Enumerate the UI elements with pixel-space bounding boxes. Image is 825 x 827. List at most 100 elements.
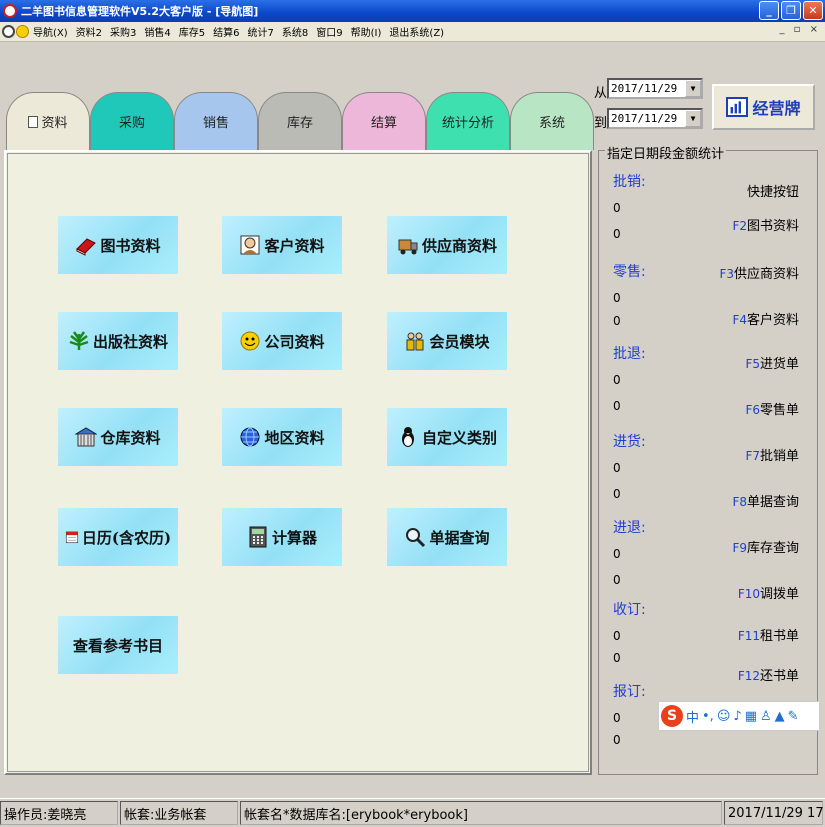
magnifier-icon xyxy=(406,528,426,548)
menu-window[interactable]: 窗口9 xyxy=(312,24,346,39)
stat-purchase-label: 进货: xyxy=(613,434,646,450)
stat-order-received-value-1: 0 xyxy=(613,629,621,643)
tile-document-query[interactable]: 单据查询 xyxy=(387,508,507,566)
tile-customer-data[interactable]: 客户资料 xyxy=(222,216,342,274)
members-icon xyxy=(406,332,424,351)
maximize-button[interactable]: ❐ xyxy=(781,1,801,20)
tile-book-data[interactable]: 图书资料 xyxy=(58,216,178,274)
tile-publisher-data[interactable]: 出版社资料 xyxy=(58,312,178,370)
navigation-panel: 图书资料 客户资料 供应商资料 出版社资料 公司资料 会员模块 仓库资料 地区资… xyxy=(4,150,592,775)
tab-settlement[interactable]: 结算 xyxy=(342,92,426,150)
tile-calculator[interactable]: 计算器 xyxy=(222,508,342,566)
tile-calendar[interactable]: 日历(含农历) xyxy=(58,508,178,566)
amount-statistics-group: 指定日期段金额统计 快捷按钮 批销: 0 0 零售: 0 0 批退: 0 0 进… xyxy=(598,143,818,775)
menu-help[interactable]: 帮助(I) xyxy=(347,24,386,39)
stat-retail-value-2: 0 xyxy=(613,314,621,328)
leaf-icon xyxy=(69,331,89,350)
tab-data[interactable]: 资料 xyxy=(6,92,90,150)
ime-toolbar[interactable]: S 中 •, ☺ ♪ ▦ ♙ ▲ ✎ xyxy=(658,701,820,731)
shortcut-f7[interactable]: F7批销单 xyxy=(745,445,799,464)
date-to-picker[interactable]: 2017/11/29 ▼ xyxy=(607,108,703,129)
tab-sales[interactable]: 销售 xyxy=(174,92,258,150)
tile-company-data[interactable]: 公司资料 xyxy=(222,312,342,370)
mdi-child-controls[interactable]: _ ▫ × xyxy=(779,24,821,35)
tile-reference-books[interactable]: 查看参考书目 xyxy=(58,616,178,674)
shortcut-f5[interactable]: F5进货单 xyxy=(745,353,799,372)
shortcut-f12[interactable]: F12还书单 xyxy=(738,665,799,684)
dropdown-arrow-icon[interactable]: ▼ xyxy=(685,110,701,127)
tab-statistics[interactable]: 统计分析 xyxy=(426,92,510,150)
tile-label: 查看参考书目 xyxy=(72,636,163,655)
shortcut-f8[interactable]: F8单据查询 xyxy=(732,491,799,510)
menu-statistics[interactable]: 统计7 xyxy=(244,24,278,39)
tile-label: 会员模块 xyxy=(429,332,490,351)
tile-region-data[interactable]: 地区资料 xyxy=(222,408,342,466)
truck-icon xyxy=(398,239,418,255)
date-from-picker[interactable]: 2017/11/29 ▼ xyxy=(607,78,703,99)
menu-inventory[interactable]: 库存5 xyxy=(175,24,209,39)
tile-label: 地区资料 xyxy=(264,428,325,447)
shortcut-key: F6 xyxy=(745,403,760,417)
tab-inventory[interactable]: 库存 xyxy=(258,92,342,150)
shortcut-f3[interactable]: F3供应商资料 xyxy=(719,263,799,282)
close-button[interactable]: ✕ xyxy=(803,1,823,20)
tools-icon[interactable]: ✎ xyxy=(788,709,799,724)
stat-retail-value-1: 0 xyxy=(613,291,621,305)
tile-label: 仓库资料 xyxy=(100,428,161,447)
menu-system[interactable]: 系统8 xyxy=(278,24,312,39)
penguin-icon xyxy=(401,427,414,447)
globe-icon xyxy=(240,427,260,447)
menu-exit[interactable]: 退出系统(Z) xyxy=(385,24,448,39)
menu-data[interactable]: 资料2 xyxy=(72,24,106,39)
stat-wholesale-return-label: 批退: xyxy=(613,346,646,362)
window-controls: _ ❐ ✕ xyxy=(759,1,823,20)
shortcut-key: F4 xyxy=(732,313,747,327)
tile-custom-category[interactable]: 自定义类别 xyxy=(387,408,507,466)
user-icon[interactable]: ♙ xyxy=(760,709,772,724)
stat-wholesale-label: 批销: xyxy=(613,174,646,190)
ime-mode-toggle[interactable]: 中 xyxy=(686,707,699,726)
menu-sales[interactable]: 销售4 xyxy=(140,24,174,39)
date-to-value: 2017/11/29 xyxy=(611,112,678,125)
menu-settlement[interactable]: 结算6 xyxy=(209,24,243,39)
customer-icon xyxy=(240,235,260,255)
tile-supplier-data[interactable]: 供应商资料 xyxy=(387,216,507,274)
status-operator: 操作员:姜晓亮 xyxy=(0,801,118,825)
dropdown-arrow-icon[interactable]: ▼ xyxy=(685,80,701,97)
tile-label: 供应商资料 xyxy=(421,236,497,255)
shortcut-key: F9 xyxy=(732,541,747,555)
business-board-button[interactable]: 经营牌 xyxy=(712,84,815,130)
stat-wholesale-value-1: 0 xyxy=(613,201,621,215)
shortcut-f9[interactable]: F9库存查询 xyxy=(732,537,799,556)
punctuation-icon[interactable]: •, xyxy=(702,709,714,724)
stat-purchase-return-value-1: 0 xyxy=(613,547,621,561)
keyboard-icon[interactable]: ▦ xyxy=(745,709,757,724)
menu-navigation[interactable]: 导航(X) xyxy=(29,24,72,39)
shortcut-label: 进货单 xyxy=(759,357,799,372)
shortcut-f10[interactable]: F10调拨单 xyxy=(738,583,799,602)
emoji-icon[interactable]: ☺ xyxy=(717,709,731,724)
menu-purchase[interactable]: 采购3 xyxy=(106,24,140,39)
tile-label: 单据查询 xyxy=(429,528,490,547)
mdi-icon[interactable] xyxy=(2,25,15,38)
shortcut-f6[interactable]: F6零售单 xyxy=(745,399,799,418)
tab-label: 采购 xyxy=(118,116,145,131)
tile-label: 出版社资料 xyxy=(92,332,168,351)
tile-warehouse-data[interactable]: 仓库资料 xyxy=(58,408,178,466)
calculator-icon xyxy=(249,526,267,548)
stat-purchase-return-label: 进退: xyxy=(613,520,646,536)
shortcut-f2[interactable]: F2图书资料 xyxy=(732,215,799,234)
shortcut-f4[interactable]: F4客户资料 xyxy=(732,309,799,328)
tab-system[interactable]: 系统 xyxy=(510,92,594,150)
tab-label: 统计分析 xyxy=(441,116,494,131)
minimize-button[interactable]: _ xyxy=(759,1,779,20)
tab-purchase[interactable]: 采购 xyxy=(90,92,174,150)
skin-icon[interactable]: ▲ xyxy=(775,709,785,724)
shortcut-f11[interactable]: F11租书单 xyxy=(738,625,799,644)
microphone-icon[interactable]: ♪ xyxy=(733,709,741,724)
stat-purchase-value-2: 0 xyxy=(613,487,621,501)
app-icon[interactable] xyxy=(3,4,17,18)
tab-label: 资料 xyxy=(41,116,68,131)
sogou-logo-icon[interactable]: S xyxy=(661,705,683,727)
tile-member-module[interactable]: 会员模块 xyxy=(387,312,507,370)
